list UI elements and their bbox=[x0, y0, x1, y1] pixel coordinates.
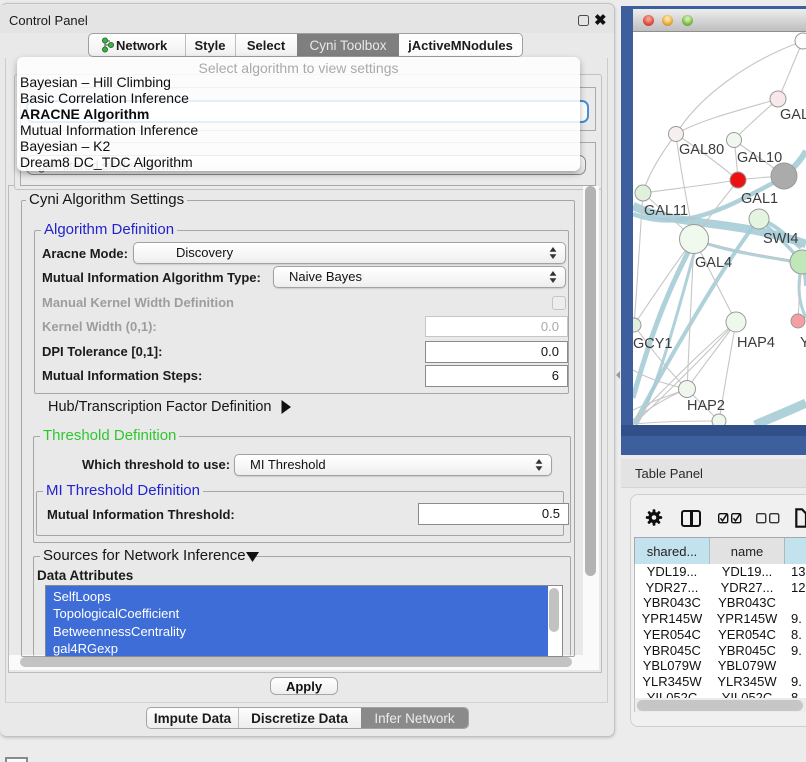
svg-text:GAL80: GAL80 bbox=[679, 142, 724, 158]
svg-text:HAP2: HAP2 bbox=[687, 398, 725, 414]
svg-text:GCY1: GCY1 bbox=[633, 336, 673, 352]
svg-text:GAL11: GAL11 bbox=[644, 203, 688, 219]
svg-text:Y: Y bbox=[800, 335, 806, 351]
svg-text:SWI4: SWI4 bbox=[763, 231, 798, 247]
svg-text:HAP4: HAP4 bbox=[737, 335, 775, 351]
svg-text:GAL4: GAL4 bbox=[695, 255, 732, 271]
svg-text:GAL: GAL bbox=[780, 107, 806, 123]
svg-text:GAL10: GAL10 bbox=[737, 150, 782, 166]
svg-text:GAL1: GAL1 bbox=[741, 191, 778, 207]
